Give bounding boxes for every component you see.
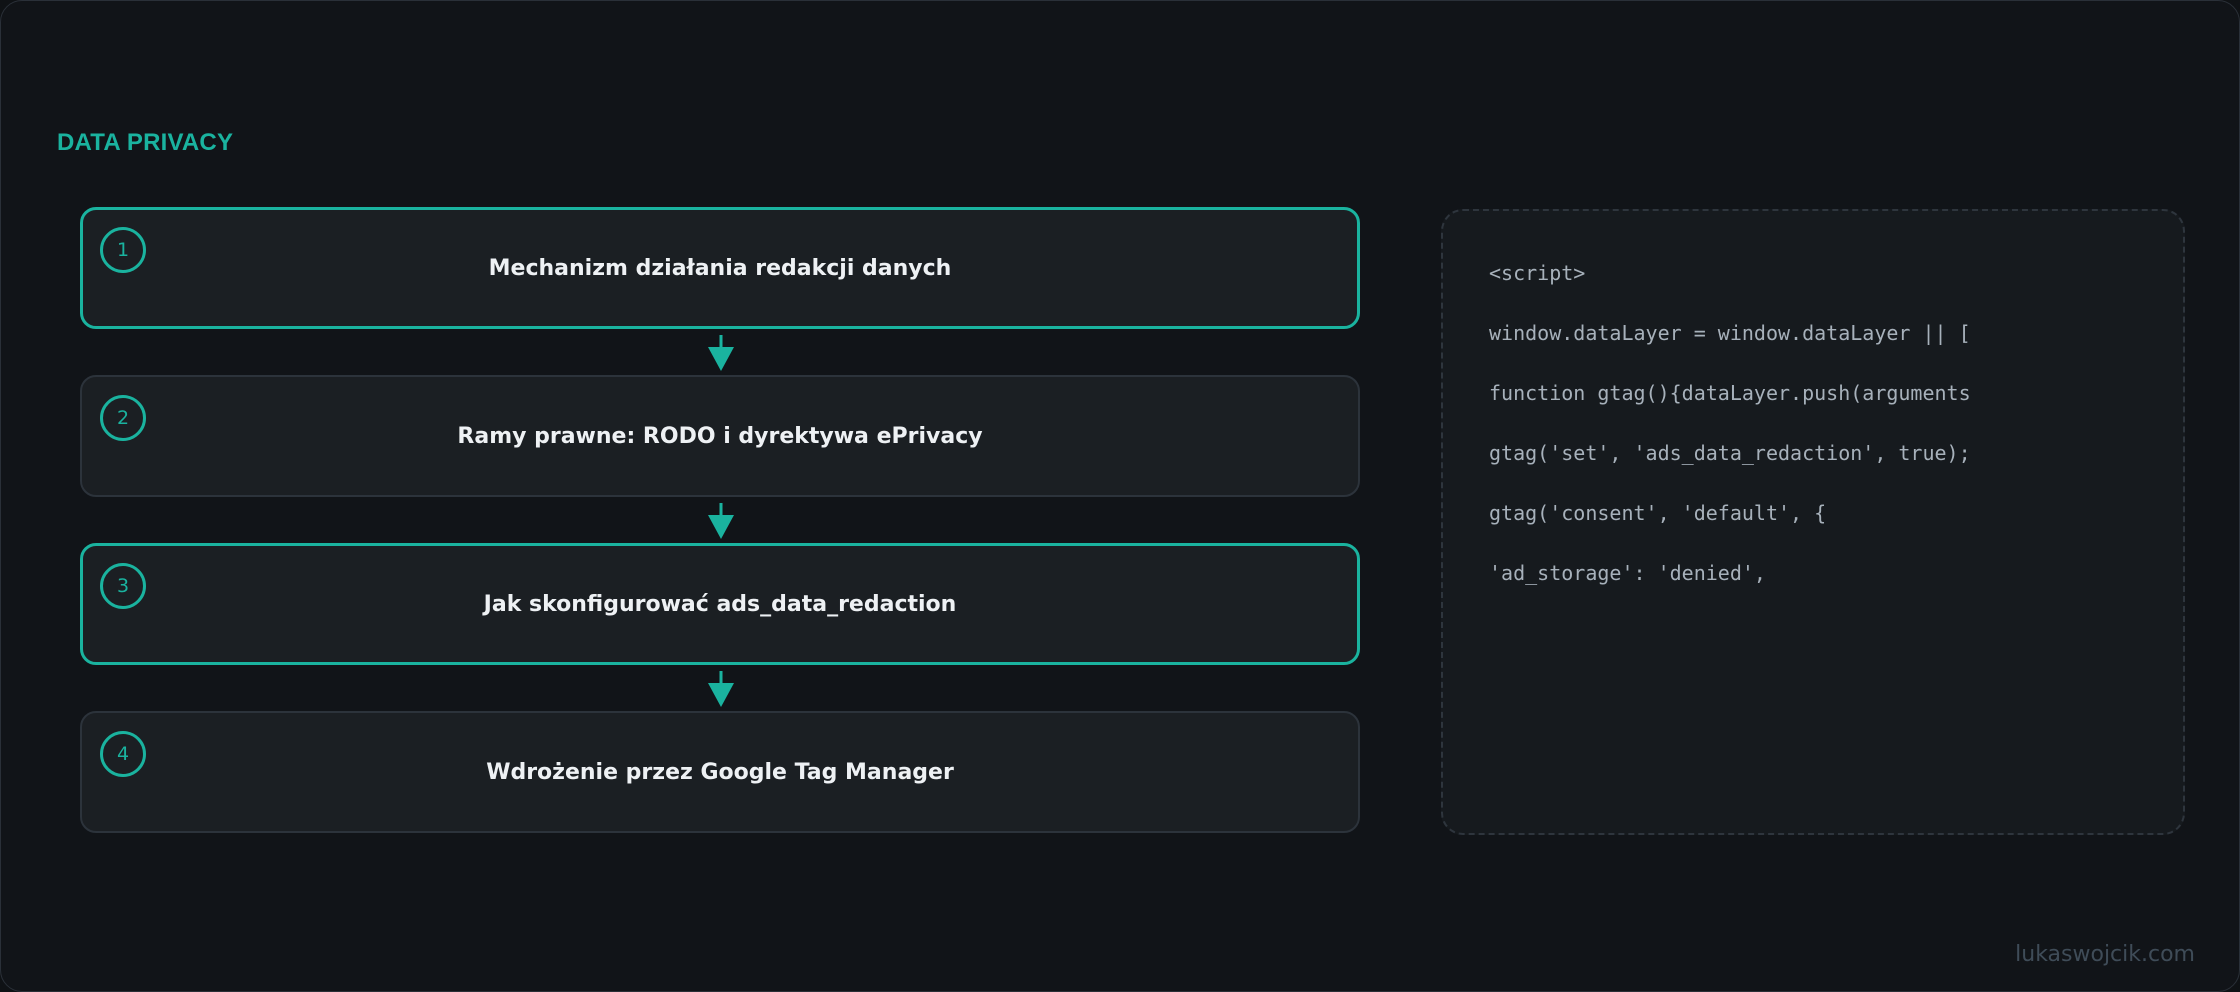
step-card-3: 3 Jak skonfigurować ads_data_redaction <box>80 543 1360 665</box>
step-label: Ramy prawne: RODO i dyrektywa ePrivacy <box>457 423 983 449</box>
code-line: window.dataLayer = window.dataLayer || [ <box>1489 321 1971 345</box>
code-line: gtag('consent', 'default', { <box>1489 501 1827 525</box>
site-watermark: lukaswojcik.com <box>2015 942 2195 967</box>
code-line: gtag('set', 'ads_data_redaction', true); <box>1489 441 1971 465</box>
diagram-frame: DATA PRIVACY 1 Mechanizm działania redak… <box>0 0 2240 992</box>
code-snippet-panel: <script> window.dataLayer = window.dataL… <box>1441 209 2185 835</box>
code-line: 'ad_storage': 'denied', <box>1489 561 1766 585</box>
step-label: Jak skonfigurować ads_data_redaction <box>483 591 957 617</box>
step-label: Wdrożenie przez Google Tag Manager <box>486 759 954 785</box>
step-label: Mechanizm działania redakcji danych <box>488 255 952 281</box>
step-card-2: 2 Ramy prawne: RODO i dyrektywa ePrivacy <box>80 375 1360 497</box>
code-line: function gtag(){dataLayer.push(arguments <box>1489 381 1971 405</box>
step-card-4: 4 Wdrożenie przez Google Tag Manager <box>80 711 1360 833</box>
step-card-1: 1 Mechanizm działania redakcji danych <box>80 207 1360 329</box>
section-title: DATA PRIVACY <box>57 129 234 156</box>
down-arrow-icon <box>708 503 734 539</box>
down-arrow-icon <box>708 335 734 371</box>
code-line: <script> <box>1489 261 1586 285</box>
down-arrow-icon <box>708 671 734 707</box>
